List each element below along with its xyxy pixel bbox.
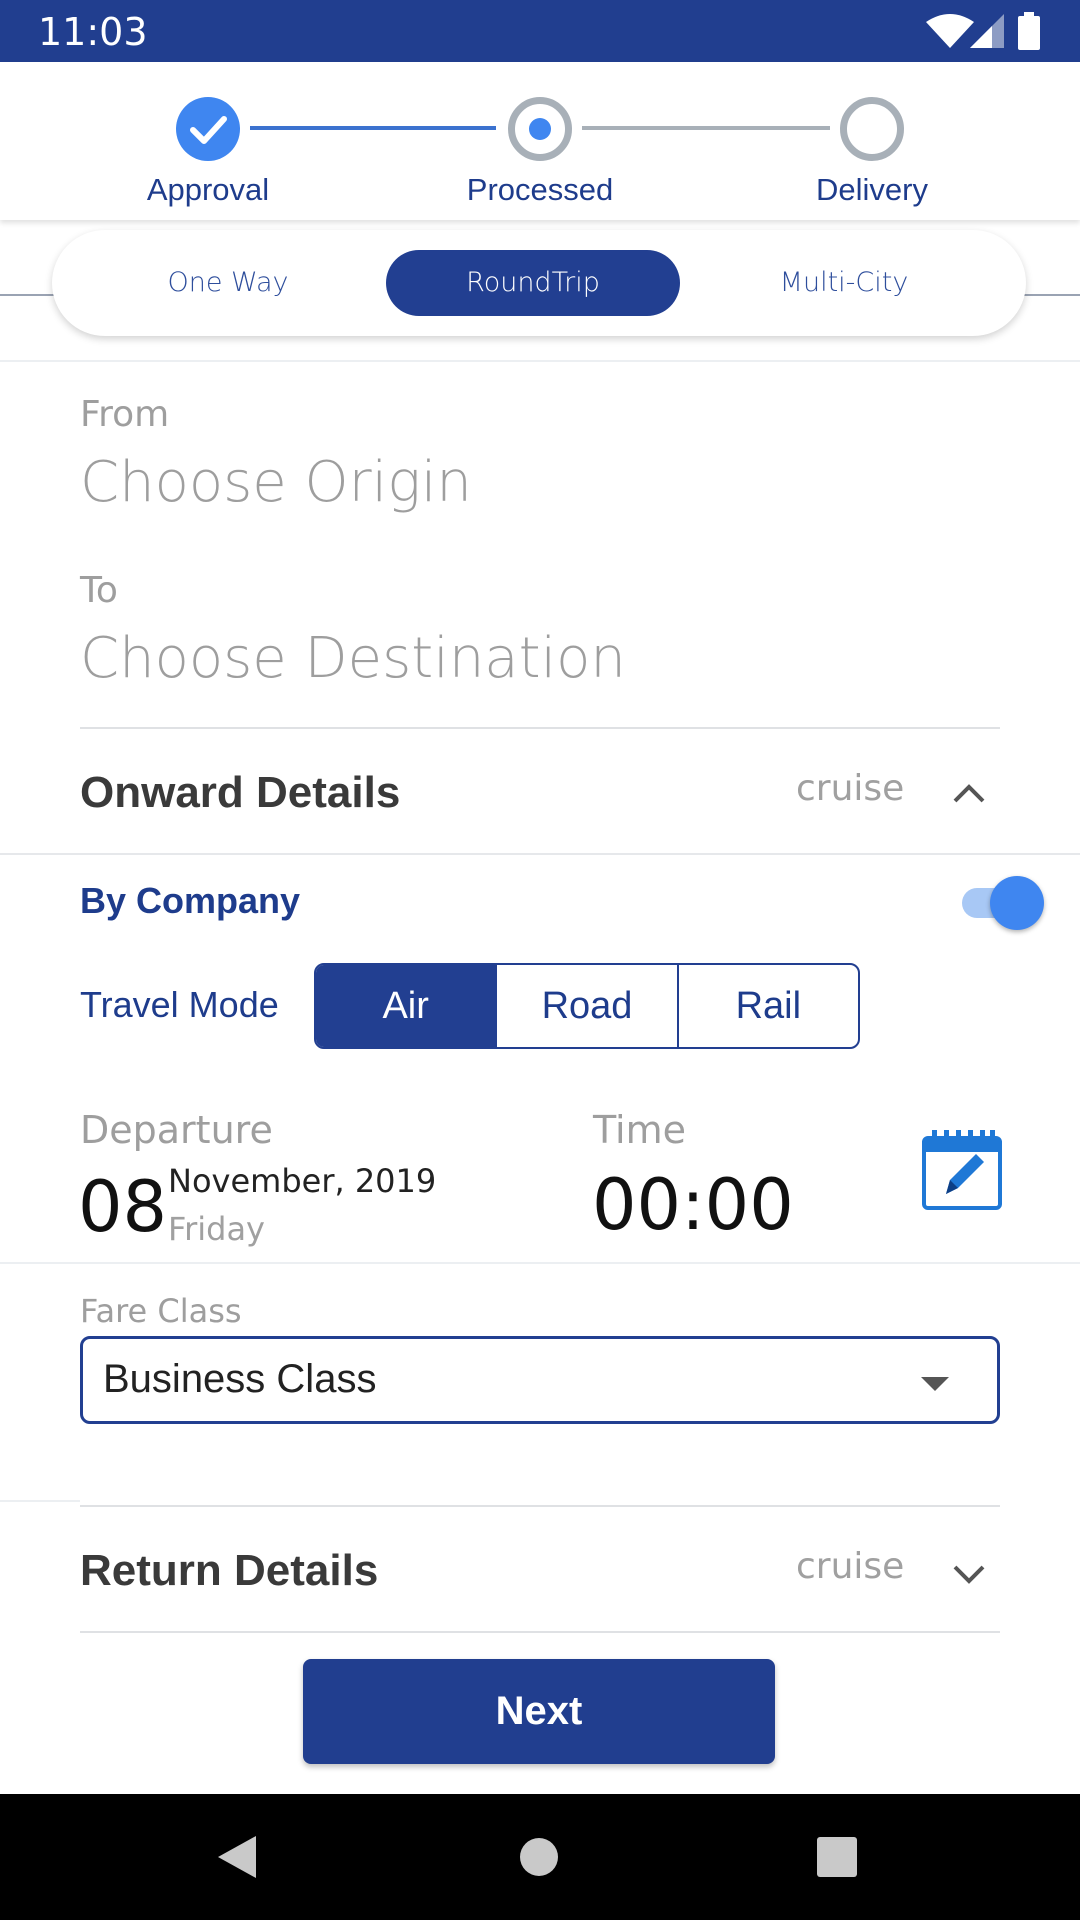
- departure-day[interactable]: 08: [78, 1166, 167, 1248]
- travel-mode-label: Travel Mode: [80, 984, 279, 1025]
- stepper-line-complete: [250, 126, 496, 130]
- by-company-switch-knob[interactable]: [990, 876, 1044, 930]
- to-label: To: [80, 570, 118, 611]
- time-label: Time: [593, 1108, 686, 1152]
- onward-details-title: Onward Details: [80, 768, 401, 817]
- origin-field[interactable]: Choose Origin: [80, 450, 472, 515]
- step-label-approval: Approval: [146, 172, 270, 207]
- trip-option-multi-city[interactable]: Multi-City: [724, 250, 964, 316]
- divider: [0, 853, 1080, 855]
- divider: [0, 1500, 80, 1502]
- home-icon[interactable]: [519, 1837, 559, 1877]
- onward-mode-subtitle: cruise: [796, 768, 905, 809]
- trip-option-one-way[interactable]: One Way: [108, 250, 348, 316]
- status-time: 11:03: [38, 10, 148, 54]
- fare-class-label: Fare Class: [80, 1292, 242, 1330]
- recents-icon[interactable]: [817, 1837, 857, 1877]
- battery-icon: [1018, 12, 1040, 50]
- departure-month-year[interactable]: November, 2019: [168, 1162, 436, 1200]
- chevron-up-icon: [953, 784, 985, 803]
- step-label-delivery: Delivery: [816, 172, 928, 207]
- return-details-header[interactable]: Return Details cruise: [0, 1508, 1080, 1630]
- next-button[interactable]: Next: [303, 1659, 775, 1764]
- trip-type-toggle: One Way RoundTrip Multi-City: [52, 230, 1026, 336]
- divider: [80, 727, 1000, 729]
- travel-mode-selector: Air Road Rail: [314, 963, 860, 1049]
- status-bar: 11:03: [0, 0, 1080, 62]
- step-delivery-pending-icon: [840, 97, 904, 161]
- divider: [80, 1505, 1000, 1507]
- step-approval-check-icon: [176, 97, 240, 161]
- wifi-icon: [926, 14, 974, 48]
- divider: [80, 1631, 1000, 1633]
- back-icon[interactable]: [216, 1834, 258, 1880]
- time-value[interactable]: 00:00: [592, 1164, 794, 1246]
- onward-details-header[interactable]: Onward Details cruise: [0, 730, 1080, 854]
- dropdown-caret-icon: [921, 1377, 949, 1391]
- chevron-down-icon: [953, 1565, 985, 1584]
- trip-option-roundtrip[interactable]: RoundTrip: [386, 250, 680, 316]
- progress-stepper: Approval Processed Delivery: [0, 62, 1080, 220]
- travel-mode-road[interactable]: Road: [495, 965, 676, 1047]
- fare-class-value: Business Class: [103, 1357, 377, 1401]
- destination-field[interactable]: Choose Destination: [80, 626, 626, 691]
- cell-signal-icon: [970, 14, 1004, 48]
- stepper-line-pending: [582, 126, 830, 130]
- step-processed-current-icon: [508, 97, 572, 161]
- card-top-border: [0, 360, 1080, 362]
- from-label: From: [80, 394, 170, 435]
- by-company-label: By Company: [80, 880, 301, 921]
- return-mode-subtitle: cruise: [796, 1546, 905, 1587]
- travel-mode-air[interactable]: Air: [316, 965, 496, 1047]
- travel-mode-rail[interactable]: Rail: [676, 965, 858, 1047]
- step-label-processed: Processed: [466, 172, 614, 207]
- fare-class-select[interactable]: Business Class: [80, 1336, 1000, 1424]
- system-nav-bar: [0, 1794, 1080, 1920]
- departure-label: Departure: [80, 1108, 273, 1152]
- departure-weekday: Friday: [168, 1210, 265, 1248]
- divider: [0, 1262, 1080, 1264]
- calendar-edit-icon[interactable]: [922, 1130, 1002, 1210]
- return-details-title: Return Details: [80, 1546, 379, 1595]
